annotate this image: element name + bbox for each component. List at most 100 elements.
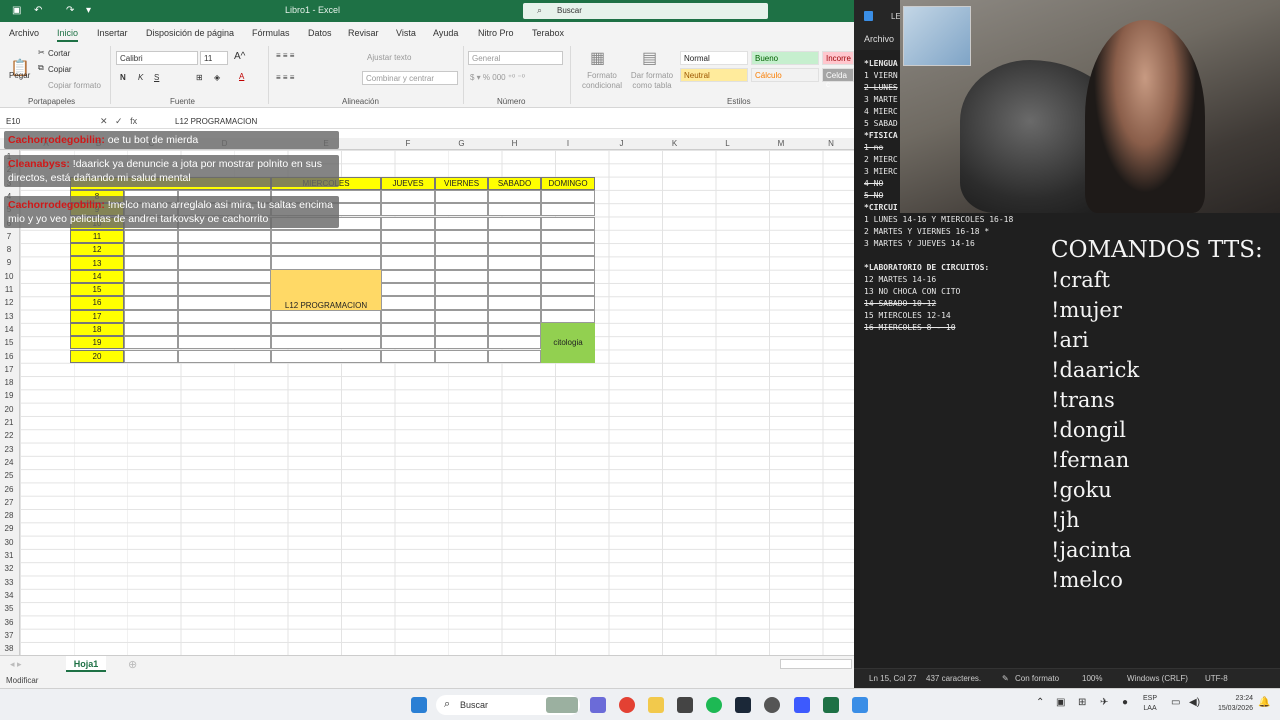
number-format-select[interactable]: General: [468, 51, 563, 65]
style-celda[interactable]: Celda c: [822, 68, 854, 89]
volume-icon[interactable]: ◀): [1189, 697, 1200, 708]
cut-icon[interactable]: ✂: [38, 48, 45, 57]
align-top-icon[interactable]: ≡ ≡ ≡: [276, 51, 294, 60]
schedule-cell[interactable]: [271, 336, 381, 350]
font-size-select[interactable]: 11: [200, 51, 228, 65]
schedule-cell[interactable]: [381, 322, 435, 337]
spotify-icon[interactable]: [706, 697, 722, 713]
schedule-cell[interactable]: [381, 243, 435, 257]
schedule-cell[interactable]: [488, 229, 541, 244]
tab-datos[interactable]: Datos: [308, 28, 332, 38]
tab-insertar[interactable]: Insertar: [97, 28, 128, 38]
column-header[interactable]: H: [488, 139, 541, 148]
tab-nitro[interactable]: Nitro Pro: [478, 28, 514, 38]
row-header[interactable]: 13: [0, 312, 18, 321]
zoom-level[interactable]: 100%: [1082, 674, 1102, 683]
schedule-cell[interactable]: [488, 269, 541, 283]
schedule-cell[interactable]: [124, 229, 178, 244]
bold-icon[interactable]: N: [120, 73, 126, 82]
schedule-cell[interactable]: [271, 322, 381, 337]
tray-app-icon[interactable]: ✈: [1100, 697, 1108, 708]
hour-cell[interactable]: 11: [70, 229, 124, 244]
schedule-cell[interactable]: [271, 256, 381, 270]
style-bueno[interactable]: Bueno: [751, 51, 819, 65]
schedule-cell[interactable]: [178, 309, 271, 323]
column-header[interactable]: F: [381, 139, 435, 148]
class-cell-programacion[interactable]: L12 PROGRAMACION: [271, 269, 381, 310]
borders-icon[interactable]: ⊞: [196, 73, 203, 82]
row-header[interactable]: 30: [0, 538, 18, 547]
schedule-cell[interactable]: [435, 309, 488, 323]
row-header[interactable]: 16: [0, 352, 18, 361]
schedule-cell[interactable]: [488, 322, 541, 337]
schedule-cell[interactable]: [178, 229, 271, 244]
style-calculo[interactable]: Cálculo: [751, 68, 819, 82]
format-table-icon[interactable]: ▤: [642, 48, 657, 68]
schedule-cell[interactable]: [381, 229, 435, 244]
schedule-cell[interactable]: [381, 216, 435, 230]
schedule-cell[interactable]: [435, 349, 488, 363]
schedule-cell[interactable]: [124, 309, 178, 323]
schedule-cell[interactable]: [124, 243, 178, 257]
schedule-cell[interactable]: [435, 256, 488, 270]
align-left-icon[interactable]: ≡ ≡ ≡: [276, 73, 294, 82]
schedule-cell[interactable]: [488, 203, 541, 217]
schedule-cell[interactable]: [435, 189, 488, 204]
row-header[interactable]: 32: [0, 564, 18, 573]
row-header[interactable]: 35: [0, 604, 18, 613]
schedule-cell[interactable]: [541, 269, 595, 283]
tab-vista[interactable]: Vista: [396, 28, 416, 38]
hour-cell[interactable]: 14: [70, 269, 124, 283]
row-header[interactable]: 18: [0, 378, 18, 387]
chrome-icon[interactable]: [619, 697, 635, 713]
schedule-cell[interactable]: [381, 269, 435, 283]
app-icon[interactable]: [794, 697, 810, 713]
mic-icon[interactable]: ●: [1122, 697, 1128, 708]
schedule-cell[interactable]: [124, 283, 178, 297]
row-header[interactable]: 24: [0, 458, 18, 467]
schedule-cell[interactable]: [381, 256, 435, 270]
day-header[interactable]: JUEVES: [381, 176, 435, 190]
row-header[interactable]: 20: [0, 405, 18, 414]
network-icon[interactable]: ▭: [1171, 697, 1180, 708]
schedule-cell[interactable]: [488, 243, 541, 257]
increase-font-icon[interactable]: A^: [234, 51, 245, 62]
tab-disposicion[interactable]: Disposición de página: [146, 28, 234, 38]
save-icon[interactable]: ▣: [12, 5, 21, 16]
schedule-cell[interactable]: [541, 216, 595, 230]
schedule-cell[interactable]: [178, 283, 271, 297]
formula-input[interactable]: L12 PROGRAMACION: [175, 117, 257, 126]
format-table-button[interactable]: Dar formato como tabla: [627, 71, 677, 91]
schedule-cell[interactable]: [488, 349, 541, 363]
font-name-select[interactable]: Calibri: [116, 51, 198, 65]
notification-icon[interactable]: 🔔: [1258, 697, 1270, 708]
row-header[interactable]: 14: [0, 325, 18, 334]
style-neutral[interactable]: Neutral: [680, 68, 748, 82]
horizontal-scrollbar[interactable]: [780, 659, 852, 669]
row-header[interactable]: 21: [0, 418, 18, 427]
schedule-cell[interactable]: [381, 349, 435, 363]
schedule-cell[interactable]: [381, 283, 435, 297]
encoding[interactable]: UTF-8: [1205, 674, 1228, 683]
undo-icon[interactable]: ↶: [34, 5, 42, 16]
schedule-cell[interactable]: [178, 296, 271, 310]
start-icon[interactable]: [411, 697, 427, 713]
schedule-cell[interactable]: [541, 189, 595, 204]
row-header[interactable]: 36: [0, 618, 18, 627]
column-header[interactable]: I: [541, 139, 595, 148]
day-header[interactable]: DOMINGO: [541, 176, 595, 190]
tab-archivo[interactable]: Archivo: [9, 28, 39, 38]
column-header[interactable]: K: [648, 139, 701, 148]
number-format-icons[interactable]: $ ▾ % 000 ⁺⁰ ⁻⁰: [470, 73, 525, 82]
schedule-cell[interactable]: [435, 269, 488, 283]
day-header[interactable]: VIERNES: [435, 176, 488, 190]
hour-cell[interactable]: 17: [70, 309, 124, 323]
tab-formulas[interactable]: Fórmulas: [252, 28, 290, 38]
fill-color-icon[interactable]: ◈: [214, 73, 220, 82]
schedule-cell[interactable]: [435, 203, 488, 217]
search-box[interactable]: ⌕ Buscar: [523, 3, 768, 19]
schedule-cell[interactable]: [124, 322, 178, 337]
schedule-cell[interactable]: [541, 229, 595, 244]
line-ending[interactable]: Windows (CRLF): [1127, 674, 1188, 683]
row-header[interactable]: 12: [0, 298, 18, 307]
